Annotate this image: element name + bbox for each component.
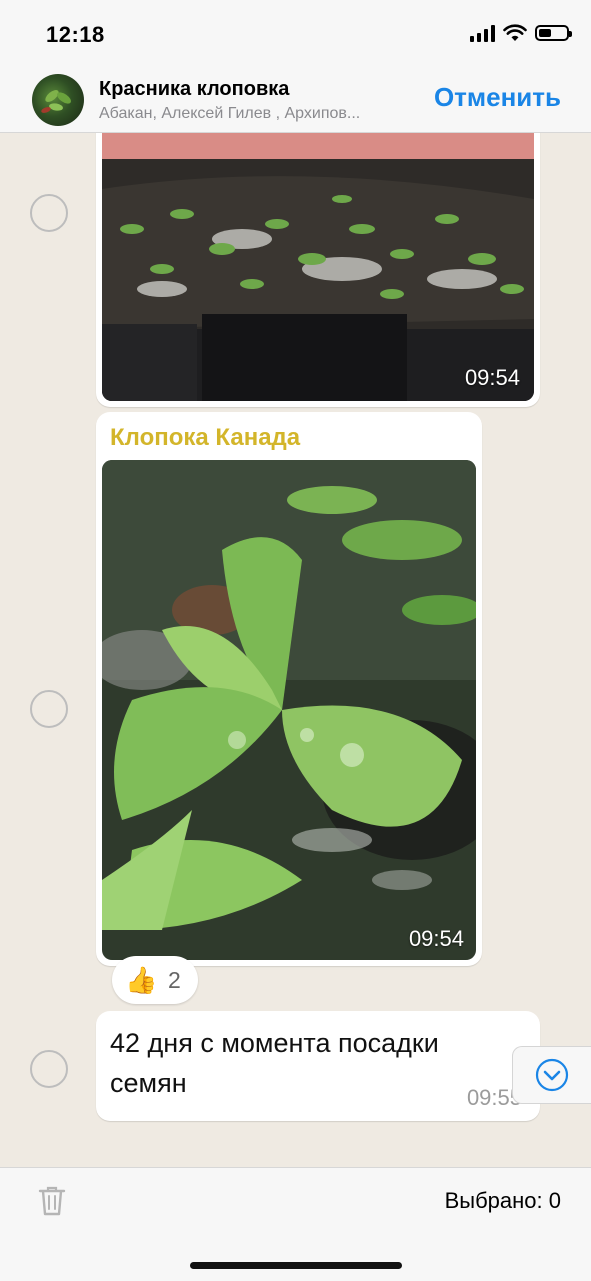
chat-title[interactable]: Красника клоповка (99, 78, 289, 101)
plant-avatar-image (41, 90, 71, 113)
thumbs-up-icon: 👍 (125, 965, 158, 995)
chat-messages[interactable]: 09:54 Клопока Канада 09:54 👍 2 42 дня с … (0, 133, 591, 1168)
seedling-tray-photo[interactable]: 09:54 (102, 133, 534, 401)
seedling-tray-image (102, 133, 534, 401)
message-text: 42 дня с момента посадки семян (110, 1028, 439, 1098)
photo-timestamp: 09:54 (408, 926, 464, 951)
status-bar: 12:18 (0, 0, 591, 70)
seedling-closeup-photo[interactable]: 09:54 (102, 460, 476, 960)
home-indicator[interactable] (190, 1262, 402, 1269)
select-message-radio[interactable] (30, 1050, 68, 1088)
chevron-down-icon (535, 1058, 569, 1092)
text-message[interactable]: 42 дня с момента посадки семян 09:55 (96, 1011, 540, 1121)
trash-icon[interactable] (38, 1185, 66, 1217)
photo-message[interactable]: 09:54 (96, 133, 540, 407)
photo-message[interactable]: Клопока Канада 09:54 (96, 412, 482, 966)
battery-level (539, 29, 551, 37)
chat-header: Красника клоповка Абакан, Алексей Гилев … (0, 70, 591, 133)
photo-timestamp: 09:54 (464, 365, 520, 390)
status-time: 12:18 (46, 22, 105, 47)
selection-toolbar: Выбрано: 0 (0, 1167, 591, 1281)
selected-count: Выбрано: 0 (444, 1188, 561, 1213)
scroll-to-bottom-button[interactable] (512, 1046, 591, 1104)
cancel-button[interactable]: Отменить (434, 82, 561, 113)
status-icons (470, 24, 572, 42)
reaction-badge[interactable]: 👍 2 (112, 956, 198, 1004)
group-avatar[interactable] (32, 74, 84, 126)
select-message-radio[interactable] (30, 690, 68, 728)
sender-name[interactable]: Клопока Канада (110, 424, 300, 452)
reaction-count: 2 (168, 967, 181, 993)
select-message-radio[interactable] (30, 194, 68, 232)
wifi-icon (503, 24, 527, 41)
battery-icon (535, 25, 572, 41)
seedling-closeup-image (102, 460, 476, 960)
cellular-signal-icon (470, 24, 495, 42)
chat-participants[interactable]: Абакан, Алексей Гилев , Архипов... (99, 105, 399, 123)
